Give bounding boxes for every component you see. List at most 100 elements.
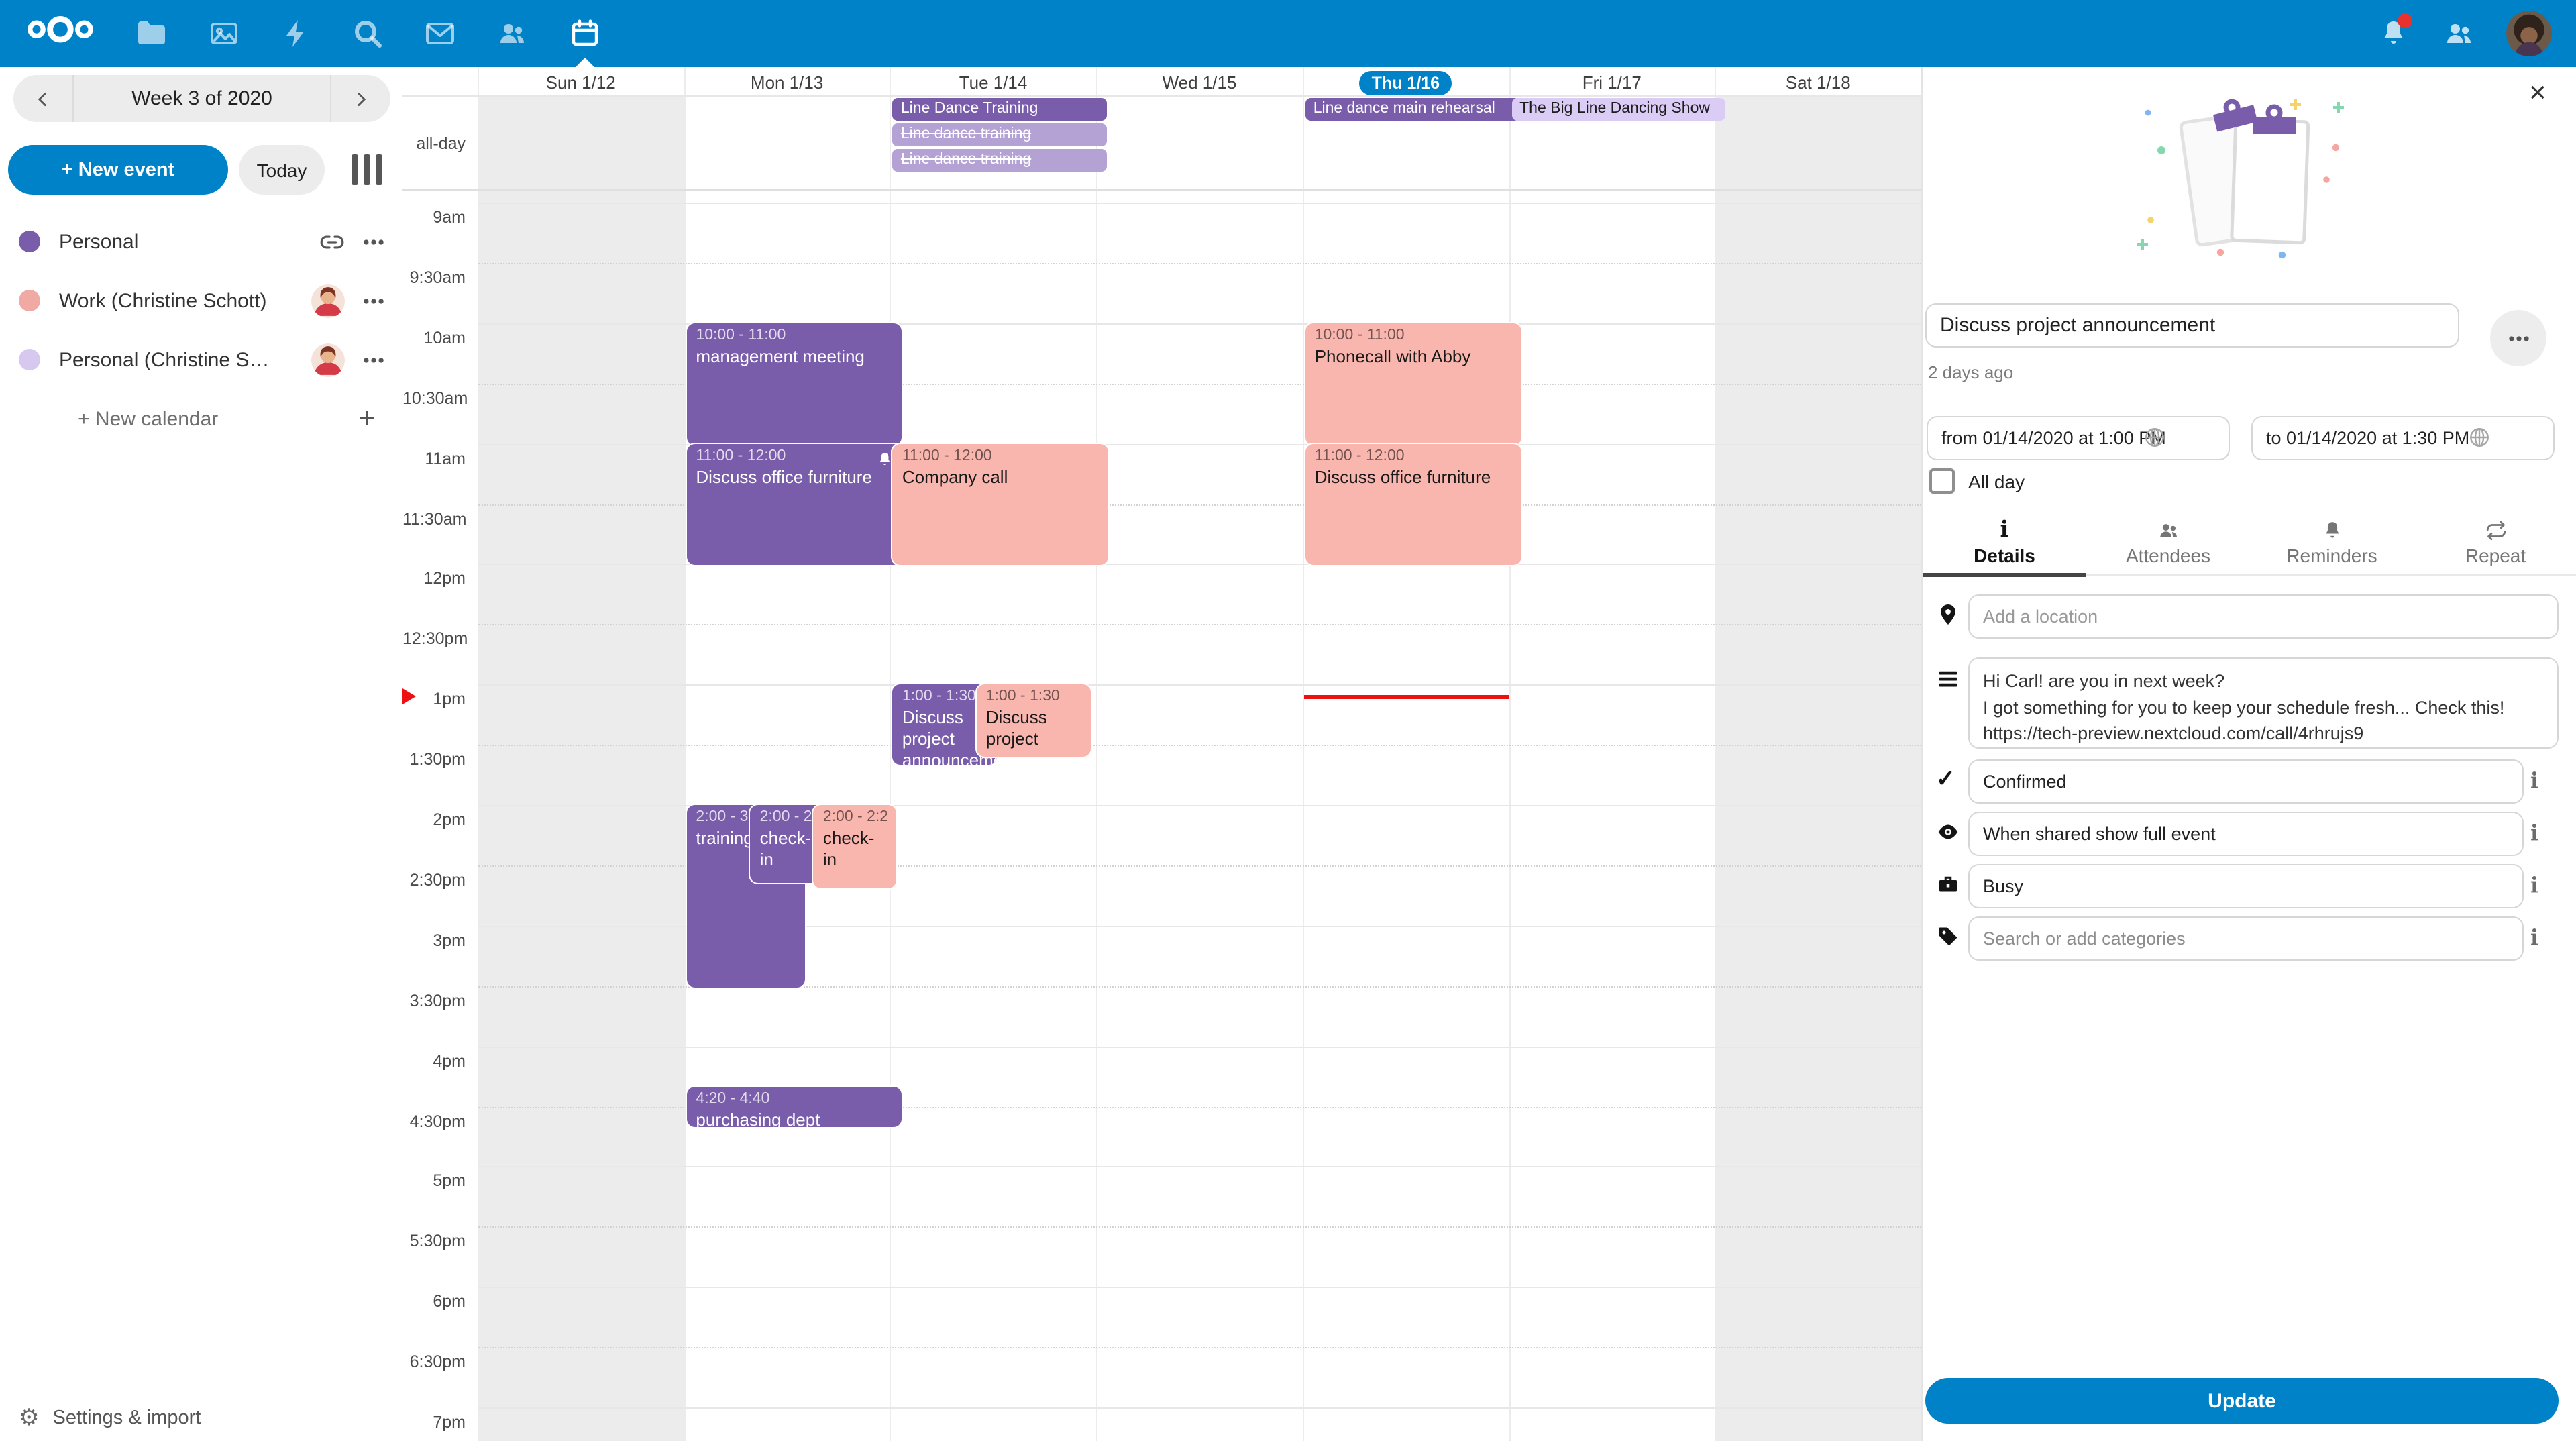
all-day-checkbox[interactable] <box>1929 468 1955 494</box>
repeat-icon <box>2414 513 2576 542</box>
notifications-bell-icon[interactable] <box>2377 17 2410 50</box>
event-title: check-in <box>823 828 886 871</box>
current-time-arrow <box>402 689 416 705</box>
update-button[interactable]: Update <box>1925 1378 2559 1424</box>
when-shared-show-full-event-select[interactable]: When shared show full event <box>1968 812 2524 856</box>
calendar-menu-icon[interactable] <box>361 347 386 372</box>
day-header-sat[interactable]: Sat 1/18 <box>1715 68 1921 97</box>
event-editor-panel: × 2 days ago <box>1921 67 2576 1441</box>
slot-line <box>478 1227 1921 1228</box>
event-time: 2:00 - 2:20 <box>823 808 886 828</box>
location-input[interactable] <box>1968 594 2559 639</box>
calendar-color-dot <box>19 349 40 370</box>
tab-reminders[interactable]: Reminders <box>2250 510 2414 574</box>
allday-event[interactable]: Line dance training <box>893 149 1107 172</box>
calendar-app-icon[interactable] <box>569 17 601 50</box>
notification-dot <box>2398 13 2412 28</box>
allday-event[interactable]: The Big Line Dancing Show <box>1511 98 1725 121</box>
info-icon[interactable]: i <box>2530 872 2538 898</box>
column-divider <box>890 67 892 1441</box>
calendar-list: Personal Work (Christine Schott)Personal … <box>0 212 402 448</box>
event-title: Discuss project <box>986 707 1081 750</box>
view-mode-toggle-icon[interactable] <box>352 154 394 185</box>
event-time: 1:00 - 1:30 <box>902 687 987 707</box>
eye-icon <box>1936 820 1960 844</box>
week-label[interactable]: Week 3 of 2020 <box>72 75 331 122</box>
time-label: 4pm <box>402 1051 466 1070</box>
weekend-shading <box>478 95 684 1441</box>
new-calendar-button[interactable]: + New calendar+ <box>0 389 402 448</box>
plus-icon[interactable]: + <box>358 401 376 436</box>
busy-select[interactable]: Busy <box>1968 864 2524 908</box>
slot-line <box>478 1347 1921 1348</box>
share-link-icon[interactable] <box>319 229 345 254</box>
current-time-line <box>1304 696 1509 699</box>
calendar-menu-icon[interactable] <box>361 229 386 254</box>
day-header-fri[interactable]: Fri 1/17 <box>1509 68 1715 97</box>
mail-app-icon[interactable] <box>424 17 456 50</box>
day-header-tue[interactable]: Tue 1/14 <box>890 68 1096 97</box>
photos-app-icon[interactable] <box>208 17 240 50</box>
next-week-button[interactable] <box>331 75 390 122</box>
contacts-menu-icon[interactable] <box>2443 17 2475 50</box>
slot-line <box>478 745 1921 746</box>
end-datetime-input[interactable] <box>2251 416 2555 460</box>
time-label: 2:30pm <box>402 871 466 890</box>
confirmed-select[interactable]: Confirmed <box>1968 759 2524 804</box>
activity-app-icon[interactable] <box>280 17 312 50</box>
description-textarea[interactable]: Hi Carl! are you in next week? I got som… <box>1968 657 2559 749</box>
allday-event[interactable]: Line dance training <box>893 123 1107 146</box>
time-label: 3:30pm <box>402 991 466 1010</box>
tab-label: Repeat <box>2414 545 2576 566</box>
tab-attendees[interactable]: Attendees <box>2086 510 2250 574</box>
calendar-list-item[interactable]: Work (Christine Schott) <box>0 271 402 330</box>
search-or-add-categories-select[interactable]: Search or add categories <box>1968 916 2524 961</box>
event-phonecall-with-abby[interactable]: 10:00 - 11:00Phonecall with Abby <box>1305 323 1521 445</box>
event-time: 11:00 - 12:00 <box>696 446 892 466</box>
day-header-thu[interactable]: Thu 1/16 <box>1303 68 1509 97</box>
event-check-in[interactable]: 2:00 - 2:20check-in <box>814 805 896 888</box>
search-app-icon[interactable] <box>352 17 384 50</box>
info-icon[interactable]: i <box>2530 924 2538 950</box>
allday-event[interactable]: Line Dance Training <box>893 98 1107 121</box>
tab-repeat[interactable]: Repeat <box>2414 510 2576 574</box>
tab-details[interactable]: iDetails <box>1923 510 2086 574</box>
files-app-icon[interactable] <box>136 17 168 50</box>
event-discuss-office-furniture[interactable]: 11:00 - 12:00Discuss office furniture <box>686 443 902 566</box>
time-label: 10:30am <box>402 388 466 407</box>
reminder-bell-icon <box>877 450 894 468</box>
event-discuss-office-furniture[interactable]: 11:00 - 12:00Discuss office furniture <box>1305 443 1521 566</box>
info-icon[interactable]: i <box>2530 767 2538 793</box>
allday-event[interactable]: Line dance main rehearsal <box>1305 98 1519 121</box>
new-event-button[interactable]: + New event <box>8 145 228 195</box>
today-button[interactable]: Today <box>239 145 325 195</box>
previous-week-button[interactable] <box>13 75 72 122</box>
info-icon[interactable]: i <box>2530 820 2538 845</box>
tag-icon <box>1936 924 1960 949</box>
close-icon[interactable]: × <box>2529 78 2546 107</box>
day-header-mon[interactable]: Mon 1/13 <box>684 68 890 97</box>
last-modified-text: 2 days ago <box>1928 362 2013 382</box>
nextcloud-logo-icon[interactable] <box>21 12 99 55</box>
calendar-label: Personal <box>59 230 271 253</box>
event-purchasing-dept[interactable]: 4:20 - 4:40purchasing dept <box>686 1086 902 1128</box>
calendar-menu-icon[interactable] <box>361 288 386 313</box>
start-datetime-input[interactable] <box>1927 416 2230 460</box>
clipboard-illustration <box>2135 94 2365 271</box>
calendar-list-item[interactable]: Personal (Christine Schott) <box>0 330 402 389</box>
event-discuss-project[interactable]: 1:00 - 1:30Discuss project <box>977 684 1091 757</box>
event-company-call[interactable]: 11:00 - 12:00Company call <box>893 443 1108 566</box>
event-time: 10:00 - 11:00 <box>696 326 892 346</box>
calendar-list-item[interactable]: Personal <box>0 212 402 271</box>
day-header-wed[interactable]: Wed 1/15 <box>1096 68 1302 97</box>
contacts-app-icon[interactable] <box>496 17 529 50</box>
sidebar: Week 3 of 2020 + New event Today Persona… <box>0 67 402 1441</box>
time-label: 6pm <box>402 1292 466 1311</box>
user-avatar[interactable] <box>2506 11 2552 56</box>
active-app-indicator <box>576 58 594 67</box>
event-actions-menu-button[interactable] <box>2490 310 2546 366</box>
event-title-input[interactable] <box>1925 303 2459 348</box>
settings-import-button[interactable]: ⚙ Settings & import <box>0 1395 402 1441</box>
day-header-sun[interactable]: Sun 1/12 <box>478 68 684 97</box>
event-management-meeting[interactable]: 10:00 - 11:00management meeting <box>686 323 902 445</box>
